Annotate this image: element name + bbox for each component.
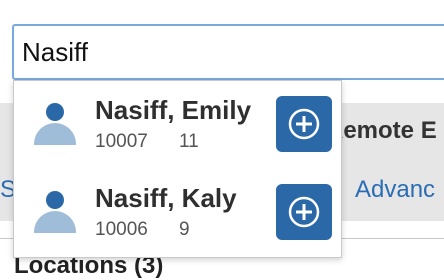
add-result-button[interactable]: [276, 184, 332, 240]
result-name: Nasiff, Kaly: [95, 183, 237, 213]
person-icon: [34, 191, 76, 235]
advanced-link[interactable]: Advanc: [355, 176, 435, 204]
result-id: 10006: [95, 219, 148, 240]
search-results-dropdown: Nasiff, Emily 10007 11 Nasiff, Kaly 1000…: [13, 80, 342, 258]
search-input[interactable]: [12, 24, 444, 80]
plus-circle-icon: [288, 196, 320, 228]
plus-circle-icon: [288, 108, 320, 140]
result-number: 11: [179, 131, 199, 152]
search-result-item[interactable]: Nasiff, Emily 10007 11: [14, 81, 341, 169]
result-id: 10007: [95, 131, 148, 152]
result-name: Nasiff, Emily: [95, 95, 252, 125]
search-result-item[interactable]: Nasiff, Kaly 10006 9: [14, 169, 341, 257]
person-icon: [34, 103, 76, 147]
background-section-title: Remote E: [326, 117, 437, 144]
add-result-button[interactable]: [276, 96, 332, 152]
result-number: 9: [179, 219, 190, 240]
